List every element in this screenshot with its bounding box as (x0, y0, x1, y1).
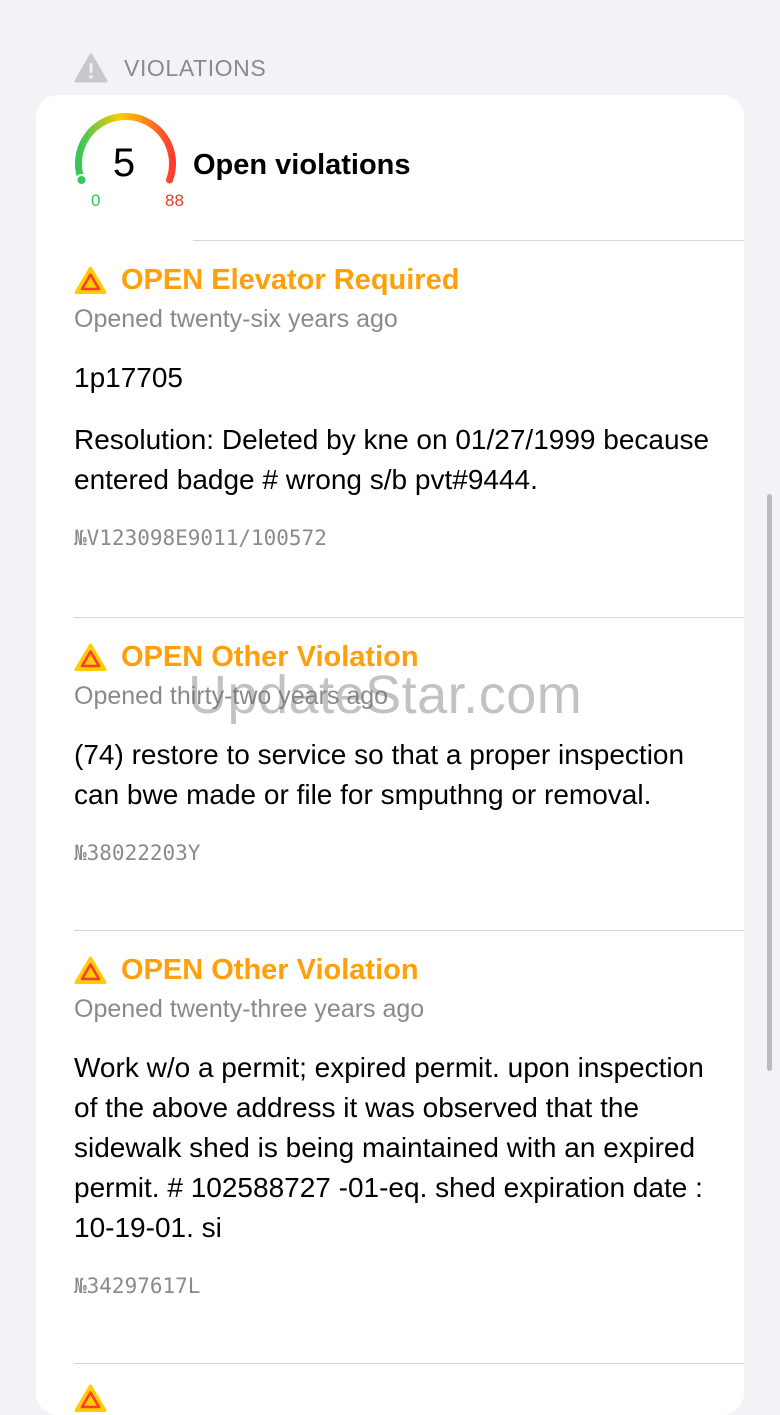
violation-description: (74) restore to service so that a proper… (74, 739, 685, 810)
watermark: UpdateStar.com (188, 665, 583, 725)
violation-item[interactable]: OPEN Elevator Required Opened twenty-six… (74, 258, 714, 551)
divider (193, 240, 744, 241)
warning-triangle-icon (74, 53, 108, 83)
section-title: VIOLATIONS (124, 54, 267, 81)
warning-triangle-icon (74, 956, 107, 984)
violation-opened-date: Opened twenty-six years ago (74, 305, 398, 333)
violations-card: 5 0 88 Open violations OPEN Elevator Req… (36, 95, 744, 1415)
scrollbar[interactable] (767, 494, 772, 1071)
violation-description: Resolution: Deleted by kne on 01/27/1999… (74, 424, 710, 495)
warning-triangle-icon (74, 1384, 107, 1412)
divider (74, 617, 744, 618)
violation-number: №34297617L (74, 1274, 201, 1298)
violation-number: №V123098E9011/100572 (74, 526, 327, 550)
warning-triangle-icon (74, 643, 107, 671)
divider (74, 930, 744, 931)
violation-opened-date: Opened twenty-three years ago (74, 995, 425, 1023)
gauge-min-label: 0 (91, 191, 101, 210)
violation-item[interactable]: OPEN Other Violation Opened twenty-three… (74, 948, 714, 1299)
gauge-max-label: 88 (165, 191, 184, 210)
open-violations-summary[interactable]: 5 0 88 Open violations (36, 95, 744, 240)
violations-gauge: 5 0 88 (70, 113, 184, 217)
violation-title: OPEN Elevator Required (121, 263, 460, 296)
violation-title: OPEN Other Violation (121, 953, 419, 986)
warning-triangle-icon (74, 266, 107, 294)
violation-number: №38022203Y (74, 841, 201, 865)
open-violations-title: Open violations (193, 149, 411, 181)
divider (74, 1363, 744, 1364)
violation-description: Work w/o a permit; expired permit. upon … (74, 1052, 704, 1243)
gauge-value: 5 (112, 141, 136, 185)
violation-code: 1p17705 (74, 362, 184, 393)
section-header: VIOLATIONS (74, 52, 266, 84)
